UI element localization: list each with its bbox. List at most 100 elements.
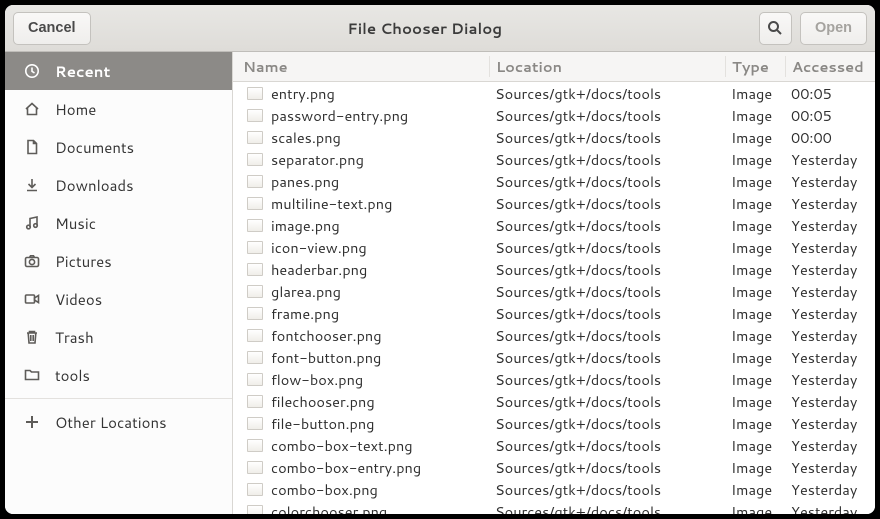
headerbar: Cancel File Chooser Dialog Open xyxy=(5,5,875,52)
file-row[interactable]: font-button.pngSources/gtk+/docs/toolsIm… xyxy=(233,346,875,368)
file-row[interactable]: image.pngSources/gtk+/docs/toolsImageYes… xyxy=(233,214,875,236)
sidebar-item-label: Music xyxy=(55,213,96,234)
image-file-icon xyxy=(247,197,263,210)
file-row[interactable]: combo-box-text.pngSources/gtk+/docs/tool… xyxy=(233,434,875,456)
file-type: Image xyxy=(725,259,785,280)
file-location: Sources/gtk+/docs/tools xyxy=(489,259,725,280)
image-file-icon xyxy=(247,153,263,166)
sidebar-item-documents[interactable]: Documents xyxy=(5,128,232,166)
sidebar-item-recent[interactable]: Recent xyxy=(5,52,232,90)
sidebar-other-locations[interactable]: Other Locations xyxy=(5,403,232,441)
sidebar-separator xyxy=(5,398,232,399)
file-row[interactable]: icon-view.pngSources/gtk+/docs/toolsImag… xyxy=(233,236,875,258)
image-file-icon xyxy=(247,263,263,276)
file-type: Image xyxy=(725,171,785,192)
file-location: Sources/gtk+/docs/tools xyxy=(489,193,725,214)
image-file-icon xyxy=(247,373,263,386)
file-type: Image xyxy=(725,457,785,478)
file-row[interactable]: file-button.pngSources/gtk+/docs/toolsIm… xyxy=(233,412,875,434)
sidebar-item-downloads[interactable]: Downloads xyxy=(5,166,232,204)
file-accessed: Yesterday xyxy=(785,237,875,258)
file-row[interactable]: glarea.pngSources/gtk+/docs/toolsImageYe… xyxy=(233,280,875,302)
file-location: Sources/gtk+/docs/tools xyxy=(489,281,725,302)
dialog-title: File Chooser Dialog xyxy=(99,18,751,39)
file-row[interactable]: separator.pngSources/gtk+/docs/toolsImag… xyxy=(233,148,875,170)
file-row[interactable]: password-entry.pngSources/gtk+/docs/tool… xyxy=(233,104,875,126)
file-list-pane: Name Location Type Accessed entry.pngSou… xyxy=(233,52,875,514)
file-location: Sources/gtk+/docs/tools xyxy=(489,325,725,346)
column-header-name[interactable]: Name xyxy=(233,56,489,77)
doc-icon xyxy=(23,138,41,156)
file-location: Sources/gtk+/docs/tools xyxy=(489,83,725,104)
image-file-icon xyxy=(247,219,263,232)
file-location: Sources/gtk+/docs/tools xyxy=(489,501,725,515)
file-name: multiline-text.png xyxy=(271,193,392,214)
sidebar-item-label: Other Locations xyxy=(55,412,167,433)
column-header-accessed[interactable]: Accessed xyxy=(785,56,875,77)
file-row[interactable]: scales.pngSources/gtk+/docs/toolsImage00… xyxy=(233,126,875,148)
sidebar-item-label: Pictures xyxy=(55,251,112,272)
file-name: filechooser.png xyxy=(271,391,375,412)
camera-icon xyxy=(23,252,41,270)
folder-icon xyxy=(23,366,41,384)
file-accessed: Yesterday xyxy=(785,457,875,478)
file-row[interactable]: entry.pngSources/gtk+/docs/toolsImage00:… xyxy=(233,82,875,104)
file-name: colorchooser.png xyxy=(271,501,387,515)
file-accessed: Yesterday xyxy=(785,501,875,515)
file-name: glarea.png xyxy=(271,281,341,302)
image-file-icon xyxy=(247,461,263,474)
image-file-icon xyxy=(247,87,263,100)
column-header-type[interactable]: Type xyxy=(725,56,785,77)
sidebar-item-label: tools xyxy=(55,365,90,386)
file-accessed: 00:05 xyxy=(785,105,875,126)
file-name: headerbar.png xyxy=(271,259,367,280)
image-file-icon xyxy=(247,131,263,144)
file-accessed: Yesterday xyxy=(785,479,875,500)
file-row[interactable]: multiline-text.png Sources/gtk+/docs/tool… xyxy=(233,192,875,214)
file-accessed: Yesterday xyxy=(785,435,875,456)
file-name: separator.png xyxy=(271,149,364,170)
file-location: Sources/gtk+/docs/tools xyxy=(489,413,725,434)
image-file-icon xyxy=(247,109,263,122)
file-type: Image xyxy=(725,347,785,368)
file-row[interactable]: fontchooser.pngSources/gtk+/docs/toolsIm… xyxy=(233,324,875,346)
image-file-icon xyxy=(247,483,263,496)
sidebar-item-music[interactable]: Music xyxy=(5,204,232,242)
file-row[interactable]: flow-box.pngSources/gtk+/docs/toolsImage… xyxy=(233,368,875,390)
file-row[interactable]: panes.pngSources/gtk+/docs/toolsImageYes… xyxy=(233,170,875,192)
file-location: Sources/gtk+/docs/tools xyxy=(489,105,725,126)
file-accessed: Yesterday xyxy=(785,391,875,412)
sidebar-item-home[interactable]: Home xyxy=(5,90,232,128)
file-row[interactable]: frame.pngSources/gtk+/docs/toolsImageYes… xyxy=(233,302,875,324)
image-file-icon xyxy=(247,505,263,515)
file-row[interactable]: filechooser.pngSources/gtk+/docs/toolsIm… xyxy=(233,390,875,412)
file-type: Image xyxy=(725,391,785,412)
file-type: Image xyxy=(725,127,785,148)
sidebar-item-label: Downloads xyxy=(55,175,134,196)
file-row[interactable]: combo-box.pngSources/gtk+/docs/toolsImag… xyxy=(233,478,875,500)
file-accessed: Yesterday xyxy=(785,325,875,346)
file-row[interactable]: headerbar.png Sources/gtk+/docs/toolsImag… xyxy=(233,258,875,280)
image-file-icon xyxy=(247,241,263,254)
column-header-location[interactable]: Location xyxy=(489,56,725,77)
file-accessed: Yesterday xyxy=(785,193,875,214)
file-name: frame.png xyxy=(271,303,339,324)
file-name: panes.png xyxy=(271,171,339,192)
search-button[interactable] xyxy=(759,12,792,45)
file-row[interactable]: combo-box-entry.pngSources/gtk+/docs/too… xyxy=(233,456,875,478)
file-name: file-button.png xyxy=(271,413,374,434)
sidebar-item-label: Trash xyxy=(55,327,94,348)
sidebar-item-videos[interactable]: Videos xyxy=(5,280,232,318)
sidebar-item-pictures[interactable]: Pictures xyxy=(5,242,232,280)
file-row[interactable]: colorchooser.pngSources/gtk+/docs/toolsI… xyxy=(233,500,875,514)
file-accessed: Yesterday xyxy=(785,369,875,390)
cancel-button[interactable]: Cancel xyxy=(13,12,91,45)
home-icon xyxy=(23,100,41,118)
file-location: Sources/gtk+/docs/tools xyxy=(489,149,725,170)
open-button[interactable]: Open xyxy=(800,12,867,45)
file-accessed: Yesterday xyxy=(785,215,875,236)
image-file-icon xyxy=(247,285,263,298)
file-type: Image xyxy=(725,303,785,324)
sidebar-item-trash[interactable]: Trash xyxy=(5,318,232,356)
sidebar-item-tools[interactable]: tools xyxy=(5,356,232,394)
